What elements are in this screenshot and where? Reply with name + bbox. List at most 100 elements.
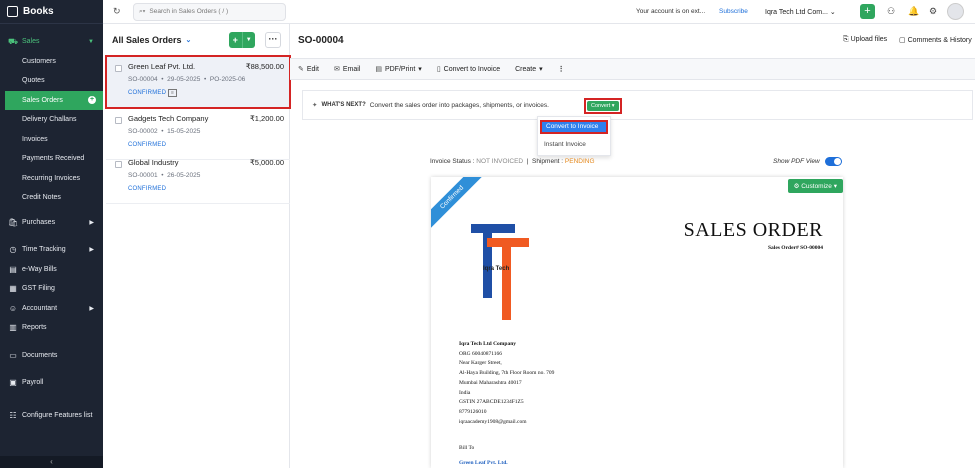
- sidebar: Books ⛟ Sales ▼ Customers Quotes Sales O…: [0, 0, 103, 468]
- sidebar-item-configure-features[interactable]: ☷ Configure Features list: [0, 406, 103, 426]
- order-detail: SO-00004 ⎘ Upload files ▢ Comments & His…: [290, 24, 975, 468]
- new-sales-order-button[interactable]: + ▼: [229, 32, 255, 48]
- avatar[interactable]: [947, 3, 964, 20]
- brand[interactable]: Books: [0, 0, 103, 24]
- row-checkbox[interactable]: [115, 65, 122, 72]
- subscribe-link[interactable]: Subscribe: [719, 8, 748, 15]
- sidebar-item-payroll[interactable]: ▣ Payroll: [0, 373, 103, 393]
- sidebar-item-delivery-challans[interactable]: Delivery Challans: [0, 110, 103, 130]
- cart-icon: ⛟: [8, 36, 19, 46]
- quick-create-button[interactable]: +: [860, 4, 875, 19]
- order-meta: SO-00001 • 26-05-2025: [128, 172, 201, 179]
- truck-icon: ▤: [9, 264, 17, 274]
- list-item[interactable]: Global Industry ₹5,000.00 SO-00001 • 26-…: [106, 152, 290, 204]
- sidebar-item-recurring-invoices[interactable]: Recurring Invoices: [0, 169, 103, 189]
- pdf-view-toggle-row: Show PDF View: [773, 157, 842, 166]
- logo-text: Iqra Tech: [483, 266, 510, 272]
- sidebar-item-gst-filing[interactable]: ▦ GST Filing: [0, 279, 103, 299]
- gear-icon[interactable]: ⚙: [929, 6, 937, 17]
- sidebar-item-label: Invoices: [22, 135, 48, 143]
- add-sales-order-icon[interactable]: +: [88, 96, 96, 105]
- order-amount: ₹1,200.00: [250, 114, 284, 123]
- list-view-selector[interactable]: All Sales Orders: [112, 35, 182, 45]
- upload-files-button[interactable]: ⎘ Upload files: [843, 36, 887, 44]
- edit-button[interactable]: ✎ Edit: [298, 65, 319, 74]
- order-meta: SO-00004 • 29-05-2025 • PO-2025-06: [128, 76, 246, 83]
- refresh-icon[interactable]: ↻: [113, 6, 123, 17]
- row-checkbox[interactable]: [115, 117, 122, 124]
- email-label: Email: [342, 65, 361, 73]
- order-number: Sales Order# SO-00004: [768, 245, 823, 251]
- collapse-sidebar-button[interactable]: ‹: [0, 456, 103, 468]
- address-line: Al-Haya Building, 7th Floor Room no. 709: [459, 370, 555, 377]
- bill-to-name[interactable]: Green Leaf Pvt. Ltd.: [459, 460, 508, 466]
- sidebar-item-purchases[interactable]: 🛍 Purchases ▶: [0, 213, 103, 233]
- comments-history-button[interactable]: ▢ Comments & History: [899, 36, 972, 44]
- folder-icon: ▭: [9, 350, 17, 360]
- doc-icon: ▯: [436, 66, 441, 73]
- sidebar-item-sales[interactable]: ⛟ Sales ▼: [0, 32, 103, 52]
- sidebar-item-time-tracking[interactable]: ◷ Time Tracking ▶: [0, 240, 103, 260]
- order-date: 15-05-2025: [167, 128, 201, 135]
- payroll-icon: ▣: [9, 378, 17, 388]
- document-title: SALES ORDER: [683, 219, 823, 241]
- org-switcher[interactable]: Iqra Tech Ltd Com... ⌄: [765, 8, 836, 16]
- chevron-down-icon[interactable]: ▼: [241, 32, 256, 48]
- more-actions-icon[interactable]: ⋮: [558, 65, 565, 73]
- create-button[interactable]: Create ▾: [515, 65, 543, 74]
- org-name: Iqra Tech Ltd Com...: [765, 9, 828, 16]
- menu-item-convert-to-invoice[interactable]: Convert to Invoice: [540, 120, 608, 134]
- chevron-right-icon: ▶: [89, 247, 94, 254]
- sidebar-item-label: Time Tracking: [22, 246, 66, 254]
- bell-icon[interactable]: 🔔: [908, 6, 919, 17]
- customize-button[interactable]: ⚙ Customize ▾: [787, 179, 843, 193]
- sidebar-item-sales-orders[interactable]: Sales Orders +: [5, 90, 103, 110]
- sidebar-item-label: Accountant: [22, 304, 58, 312]
- status-badge: CONFIRMED ≡: [128, 89, 178, 97]
- whats-next-label: WHAT'S NEXT?: [321, 102, 366, 108]
- search-input[interactable]: ⌕▾ Search in Sales Orders ( / ): [133, 2, 286, 21]
- address-line: Near Karger Street,: [459, 360, 502, 367]
- list-item[interactable]: Green Leaf Pvt. Ltd. ₹88,500.00 SO-00004…: [105, 55, 291, 109]
- more-options-button[interactable]: ···: [265, 32, 281, 48]
- sidebar-item-label: GST Filing: [22, 285, 55, 293]
- customer-name: Global Industry: [128, 158, 179, 167]
- menu-item-instant-invoice[interactable]: Instant Invoice: [544, 141, 586, 148]
- books-logo-icon: [7, 6, 18, 17]
- sidebar-item-credit-notes[interactable]: Credit Notes: [0, 188, 103, 208]
- chevron-down-icon[interactable]: ⌄: [186, 36, 192, 44]
- pdf-view-toggle[interactable]: [824, 157, 842, 166]
- whats-next-text: Convert the sales order into packages, s…: [369, 101, 549, 109]
- sidebar-item-eway-bills[interactable]: ▤ e-Way Bills: [0, 260, 103, 280]
- action-toolbar: ✎ Edit ✉ Email ▤ PDF/Print ▾ ▯ Convert to Inv…: [290, 58, 975, 80]
- convert-to-invoice-button[interactable]: ▯ Convert to Invoice: [436, 65, 501, 74]
- order-status-line: Invoice Status : NOT INVOICED | Shipment…: [430, 158, 595, 165]
- chevron-down-icon: ▼: [88, 38, 94, 45]
- sidebar-item-payments-received[interactable]: Payments Received: [0, 149, 103, 169]
- sidebar-item-invoices[interactable]: Invoices: [0, 130, 103, 150]
- pdf-label: PDF/Print: [384, 65, 416, 73]
- sidebar-item-accountant[interactable]: ☺ Accountant ▶: [0, 299, 103, 319]
- clock-icon: ◷: [9, 245, 17, 255]
- sidebar-item-documents[interactable]: ▭ Documents: [0, 346, 103, 366]
- convert-label: Convert to Invoice: [443, 65, 501, 73]
- sparkle-icon: ✦: [312, 102, 318, 109]
- chevron-right-icon: ▶: [89, 305, 94, 312]
- company-logo: Iqra Tech: [469, 220, 531, 328]
- sales-order-document: Confirmed ⚙ Customize ▾ SALES ORDER Sale…: [431, 177, 843, 468]
- address-line: GSTIN 27ABCDE1234F1Z5: [459, 399, 524, 406]
- comments-label: Comments & History: [907, 37, 972, 44]
- sidebar-item-label: Recurring Invoices: [22, 174, 80, 182]
- sidebar-item-quotes[interactable]: Quotes: [0, 71, 103, 91]
- pdf-print-button[interactable]: ▤ PDF/Print ▾: [375, 65, 421, 74]
- settings-list-icon: ☷: [9, 410, 17, 420]
- row-checkbox[interactable]: [115, 161, 122, 168]
- people-icon[interactable]: ⚇: [887, 6, 895, 17]
- email-button[interactable]: ✉ Email: [334, 65, 361, 74]
- address-line: India: [459, 389, 471, 396]
- sidebar-item-reports[interactable]: ▥ Reports: [0, 318, 103, 338]
- convert-dropdown-button[interactable]: Convert ▾: [587, 101, 619, 111]
- sidebar-item-customers[interactable]: Customers: [0, 52, 103, 72]
- order-number: SO-00001: [128, 172, 158, 179]
- sidebar-item-label: Sales: [22, 38, 40, 46]
